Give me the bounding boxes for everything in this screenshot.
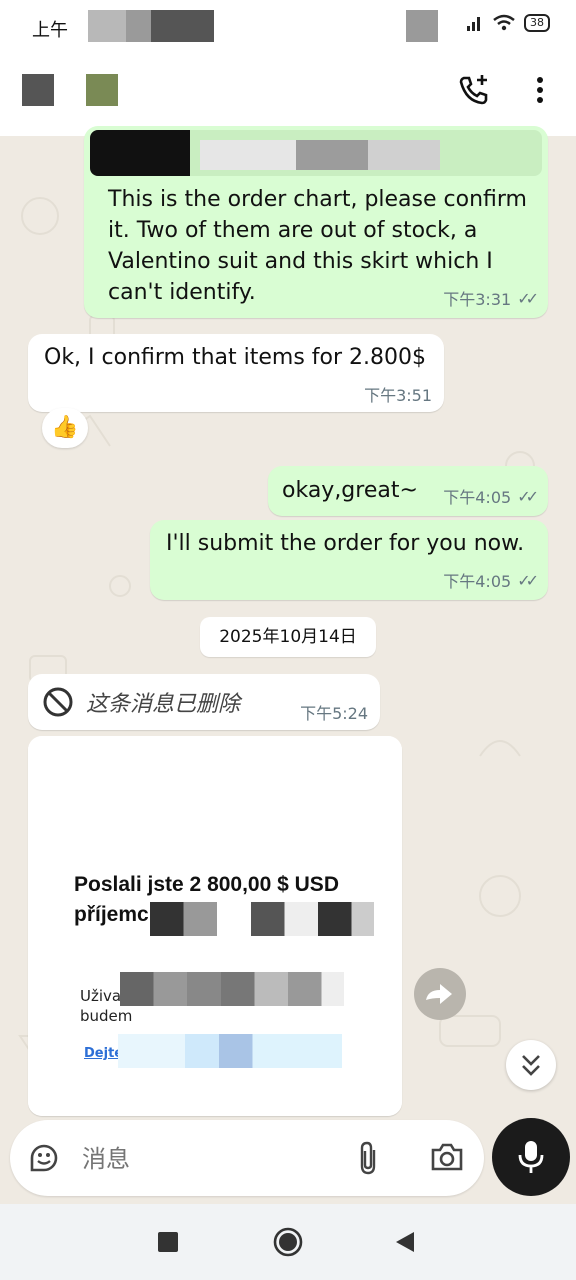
status-redaction xyxy=(88,10,214,42)
receipt-body-line-2: budem xyxy=(80,1007,133,1025)
nav-recents-icon[interactable] xyxy=(158,1232,178,1252)
forward-button[interactable] xyxy=(414,968,466,1020)
message-meta: 下午4:05 ✓✓ xyxy=(443,484,539,508)
image-attachment[interactable]: Poslali jste 2 800,00 $ USD příjemci Uži… xyxy=(28,736,402,1116)
avatar[interactable] xyxy=(86,74,118,106)
message-time: 下午4:05 xyxy=(443,572,512,591)
message-composer xyxy=(10,1120,484,1196)
mic-icon xyxy=(518,1141,544,1173)
forward-icon xyxy=(426,984,452,1004)
system-navigation-bar xyxy=(0,1204,576,1280)
status-bar: 上午 38 xyxy=(0,0,576,56)
camera-icon[interactable] xyxy=(430,1142,464,1172)
message-input[interactable] xyxy=(80,1138,334,1180)
receipt-title-redaction xyxy=(150,902,374,936)
message-meta: 下午4:05 ✓✓ xyxy=(443,568,539,592)
message-text: Ok, I confirm that items for 2.800$ xyxy=(44,345,427,370)
chevron-down-double-icon xyxy=(522,1055,540,1076)
date-divider: 2025年10月14日 xyxy=(200,617,376,657)
attach-icon[interactable] xyxy=(356,1140,380,1176)
receipt-link-redaction xyxy=(118,1034,342,1068)
message-time: 下午5:24 xyxy=(300,704,368,723)
message-time: 下午4:05 xyxy=(443,488,512,507)
receipt-body-redaction xyxy=(120,972,344,1006)
deleted-icon xyxy=(43,687,73,717)
quote-redaction-2 xyxy=(200,140,440,170)
message-time: 下午3:51 xyxy=(364,386,432,405)
chat-header xyxy=(0,56,576,136)
message-time: 下午3:31 xyxy=(443,290,512,309)
incoming-message[interactable]: Ok, I confirm that items for 2.800$ 下午3:… xyxy=(28,334,444,412)
status-time: 上午 xyxy=(32,20,68,41)
wifi-icon xyxy=(493,14,515,31)
battery-indicator: 38 xyxy=(524,14,550,32)
outgoing-message[interactable]: okay,great~ 下午4:05 ✓✓ xyxy=(268,466,548,516)
voice-record-button[interactable] xyxy=(492,1118,570,1196)
message-text: okay,great~ xyxy=(282,478,418,503)
nav-back-icon[interactable] xyxy=(394,1230,416,1254)
quote-redaction xyxy=(90,130,190,176)
deleted-message-text: 这条消息已删除 xyxy=(86,692,241,717)
message-meta: 下午3:31 ✓✓ xyxy=(443,286,539,310)
image-message[interactable]: Poslali jste 2 800,00 $ USD příjemci Uži… xyxy=(28,736,402,1116)
receipt-title-line-1: Poslali jste 2 800,00 $ USD xyxy=(74,873,339,896)
reaction-badge[interactable]: 👍 xyxy=(42,408,88,448)
signal-icon xyxy=(467,17,480,31)
read-receipt-icon: ✓✓ xyxy=(517,486,539,506)
read-receipt-icon: ✓✓ xyxy=(517,570,539,590)
back-area-redaction[interactable] xyxy=(22,74,54,106)
sticker-icon[interactable] xyxy=(28,1142,60,1174)
deleted-message[interactable]: 这条消息已删除 下午5:24 xyxy=(28,674,380,730)
outgoing-message[interactable]: This is the order chart, please confirm … xyxy=(84,126,548,318)
read-receipt-icon: ✓✓ xyxy=(517,288,539,308)
status-icons: 38 xyxy=(466,14,550,32)
nav-home-icon[interactable] xyxy=(272,1226,304,1258)
quoted-message-preview[interactable] xyxy=(90,130,542,176)
message-meta: 下午3:51 xyxy=(364,382,432,406)
scroll-to-bottom-button[interactable] xyxy=(506,1040,556,1090)
message-text: I'll submit the order for you now. xyxy=(166,531,525,556)
outgoing-message[interactable]: I'll submit the order for you now. 下午4:0… xyxy=(150,520,548,600)
add-call-icon[interactable] xyxy=(456,72,492,108)
more-vert-icon[interactable] xyxy=(530,72,550,108)
status-redaction-right xyxy=(406,10,438,42)
thumbs-up-icon: 👍 xyxy=(51,415,79,440)
